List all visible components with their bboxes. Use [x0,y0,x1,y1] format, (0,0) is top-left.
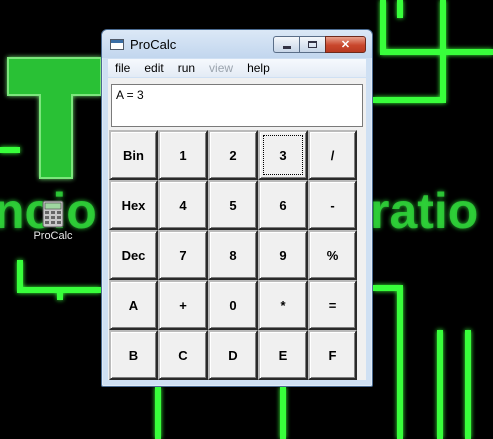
key-dec[interactable]: Dec [109,230,158,280]
key-plus[interactable]: + [158,280,208,330]
window-title: ProCalc [130,37,177,52]
key-label: - [330,197,335,213]
key-label: E [278,347,288,363]
key-label: + [179,297,187,313]
key-8[interactable]: 8 [208,230,258,280]
key-label: 0 [229,297,237,313]
menu-help[interactable]: help [240,61,277,75]
key-equals[interactable]: = [308,280,357,330]
close-icon: ✕ [340,39,351,51]
key-label: 7 [179,247,187,263]
key-label: 8 [229,247,237,263]
maximize-button[interactable] [299,36,325,53]
key-label: 9 [279,247,287,263]
procalc-window: ProCalc ✕ file edit run view help A = 3 [101,29,373,387]
key-9[interactable]: 9 [258,230,308,280]
key-d[interactable]: D [208,330,258,380]
key-hex[interactable]: Hex [109,180,158,230]
menu-view: view [209,61,234,75]
menu-run[interactable]: run [171,61,202,75]
key-label: 4 [179,197,187,213]
key-7[interactable]: 7 [158,230,208,280]
keypad: Bin 1 2 3 / Hex 4 5 6 - Dec 7 8 9 % A + … [109,130,365,380]
key-label: Hex [121,197,146,213]
desktop: ncio ratio ProCalc ProCalc [0,0,493,439]
key-label: * [280,297,286,313]
key-1[interactable]: 1 [158,130,208,180]
key-label: = [328,297,337,313]
desktop-shortcut-label: ProCalc [33,230,73,242]
key-5[interactable]: 5 [208,180,258,230]
minimize-button[interactable] [273,36,299,53]
calculator-body: A = 3 Bin 1 2 3 / Hex 4 5 6 - Dec 7 8 9 … [108,78,366,380]
key-label: 1 [179,147,187,163]
menu-bar: file edit run view help [108,59,366,77]
key-multiply[interactable]: * [258,280,308,330]
key-label: 2 [229,147,237,163]
key-label: Bin [123,147,144,163]
key-2[interactable]: 2 [208,130,258,180]
menu-file[interactable]: file [108,61,137,75]
key-0[interactable]: 0 [208,280,258,330]
key-divide[interactable]: / [308,130,357,180]
key-3[interactable]: 3 [258,130,308,180]
menu-edit[interactable]: edit [137,61,170,75]
desktop-shortcut-procalc[interactable]: ProCalc [28,200,78,242]
result-display[interactable]: A = 3 [111,84,363,127]
key-c[interactable]: C [158,330,208,380]
calculator-icon [42,200,64,228]
key-label: / [330,147,335,163]
app-window-icon [110,39,124,50]
window-controls: ✕ [273,36,366,53]
key-a[interactable]: A [109,280,158,330]
maximize-icon [308,41,317,48]
minimize-icon [282,46,291,49]
key-label: F [328,347,337,363]
key-label: B [128,347,139,363]
key-label: A [128,297,139,313]
svg-text:ratio: ratio [370,183,478,239]
key-6[interactable]: 6 [258,180,308,230]
key-e[interactable]: E [258,330,308,380]
key-label: 6 [279,197,287,213]
key-4[interactable]: 4 [158,180,208,230]
title-bar[interactable]: ProCalc ✕ [102,30,372,58]
key-label: C [178,347,188,363]
key-label: 5 [229,197,237,213]
key-label: Dec [121,247,146,263]
key-bin[interactable]: Bin [109,130,158,180]
key-label: % [326,247,339,263]
key-f[interactable]: F [308,330,357,380]
key-minus[interactable]: - [308,180,357,230]
close-button[interactable]: ✕ [325,36,366,53]
key-label: 3 [263,135,303,175]
key-percent[interactable]: % [308,230,357,280]
key-label: D [228,347,238,363]
key-b[interactable]: B [109,330,158,380]
